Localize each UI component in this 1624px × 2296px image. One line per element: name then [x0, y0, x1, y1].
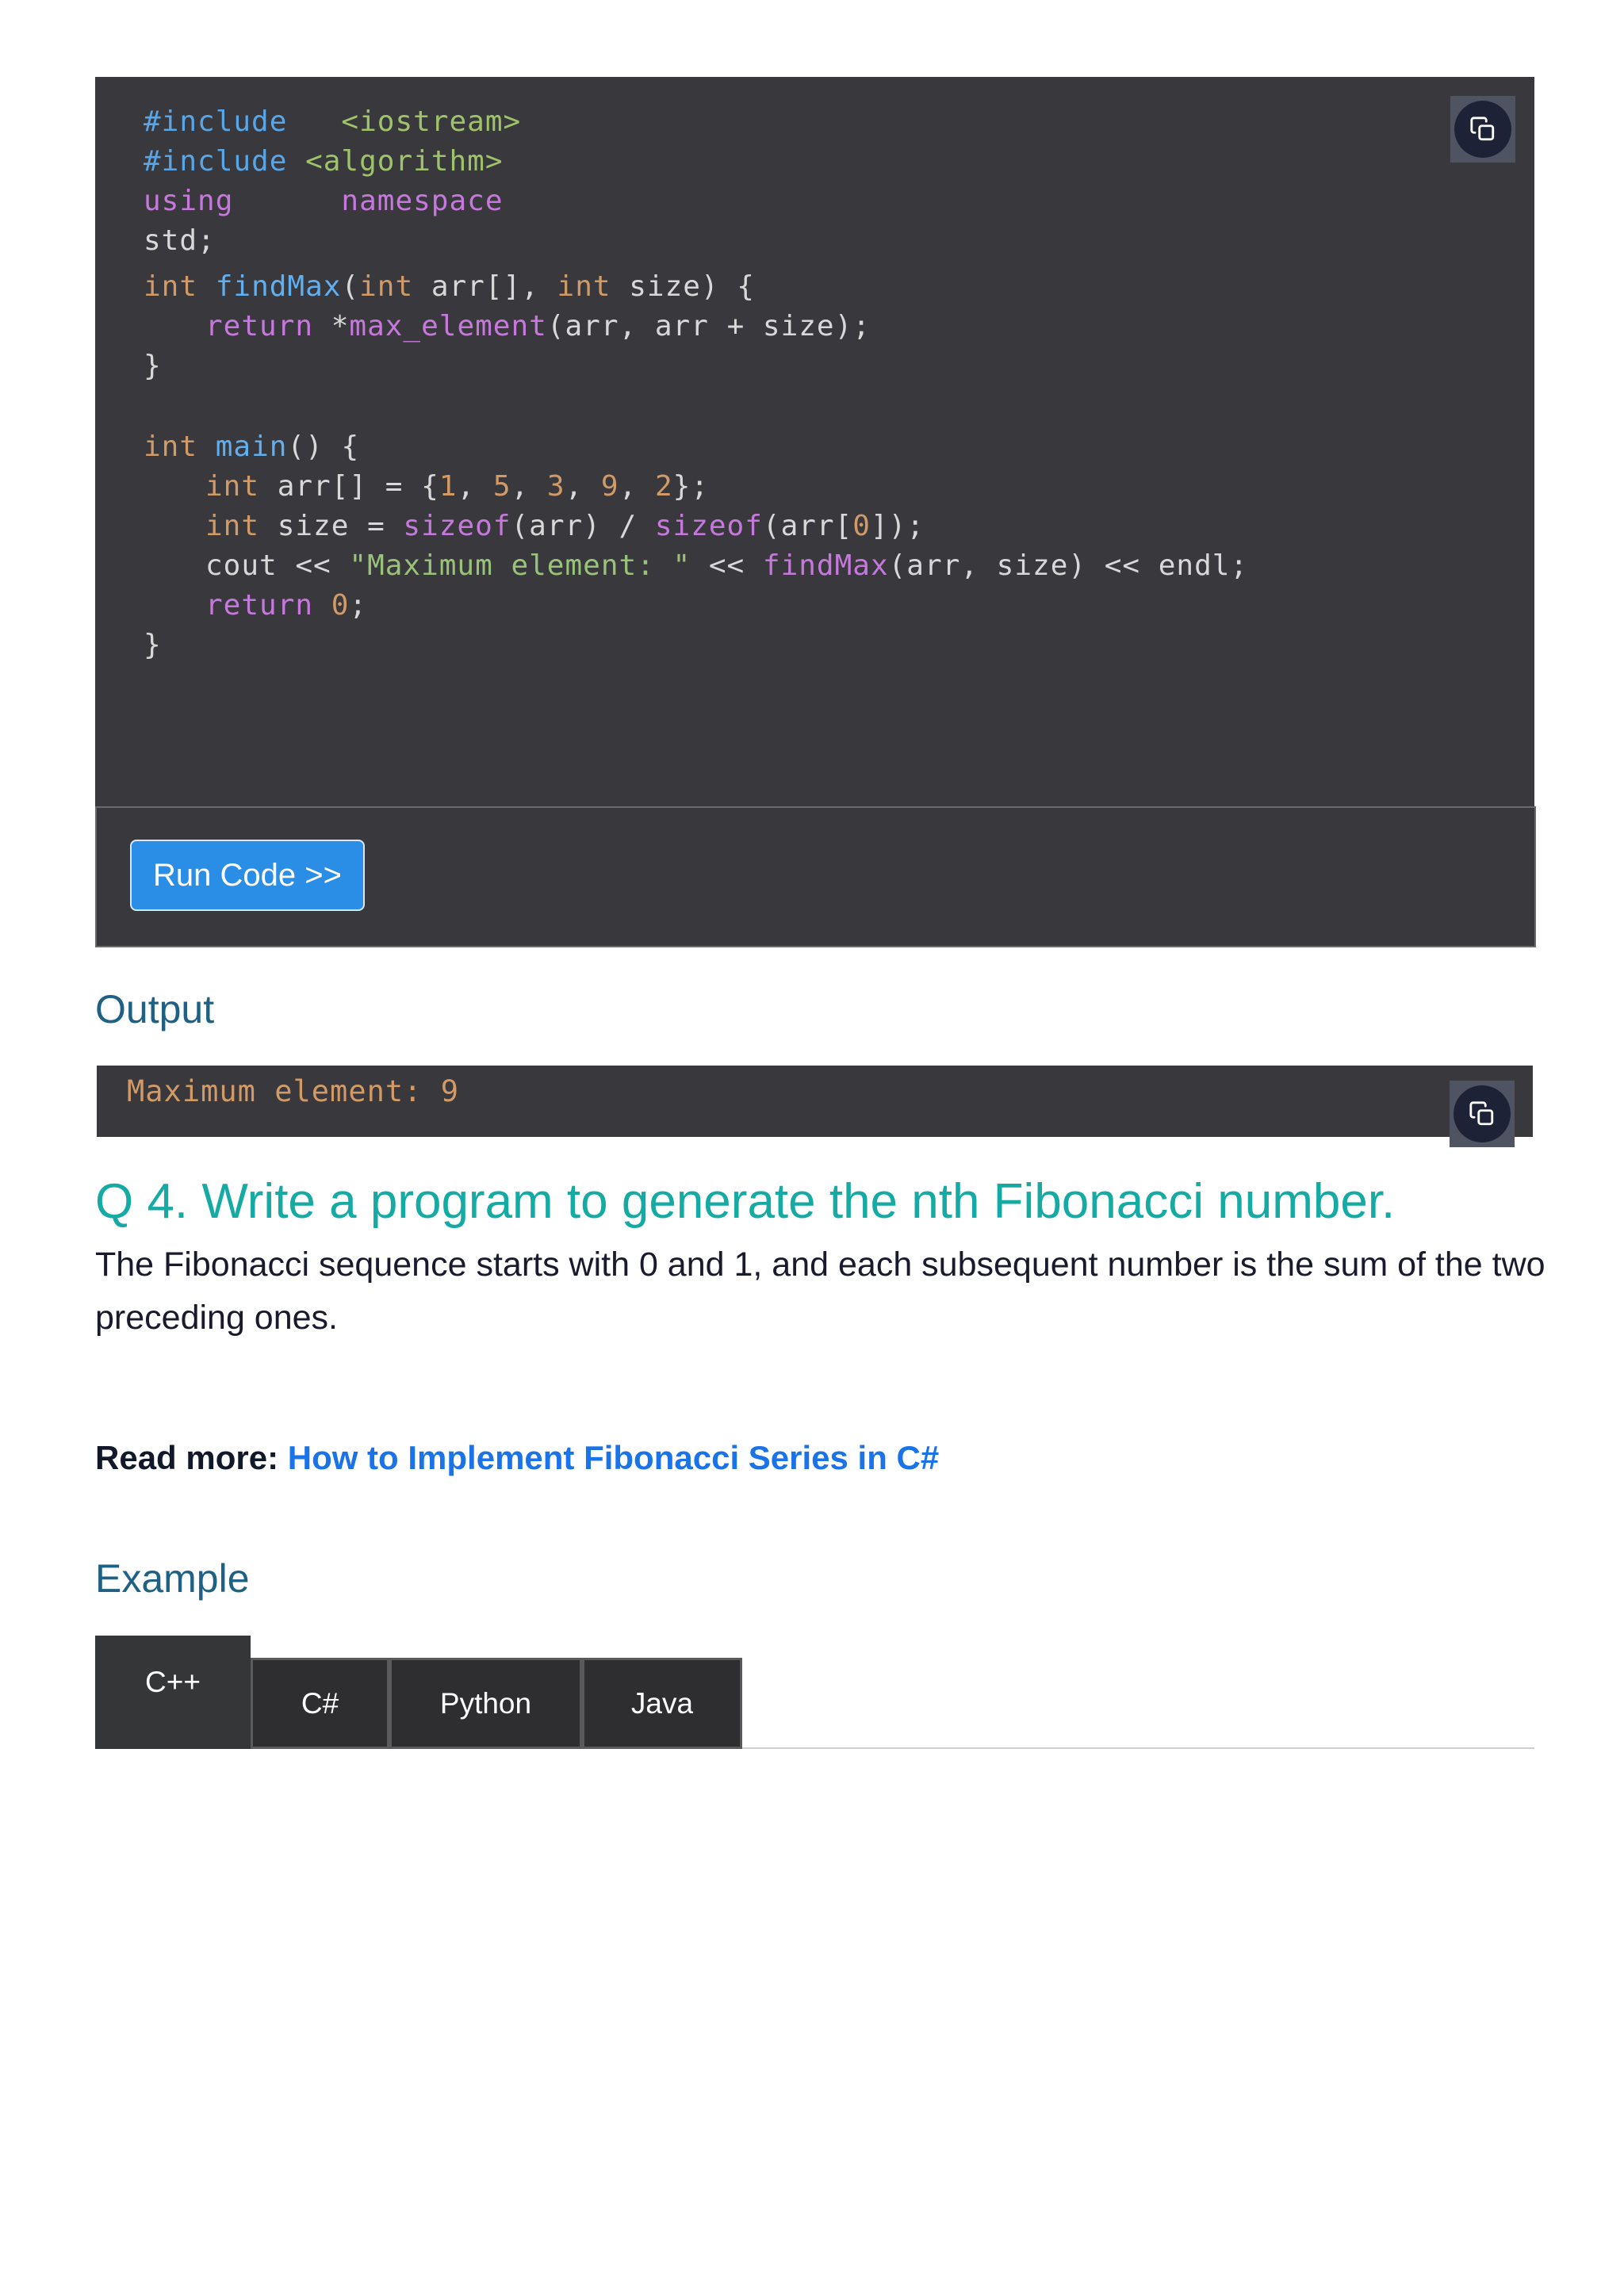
- tab-csharp[interactable]: C#: [251, 1658, 389, 1749]
- copy-button-circle: [1454, 101, 1511, 158]
- code-line: #include <iostream>: [144, 105, 522, 138]
- copy-code-button[interactable]: [1450, 96, 1515, 163]
- tab-cpp[interactable]: C++: [95, 1636, 251, 1749]
- tab-python[interactable]: Python: [389, 1658, 582, 1749]
- output-text: Maximum element: 9: [127, 1074, 459, 1108]
- code-text: #include <iostream> #include <algorithm>…: [144, 102, 1248, 665]
- output-box: Maximum element: 9: [97, 1066, 1533, 1137]
- code-line: }: [144, 629, 162, 661]
- read-more-label: Read more:: [95, 1439, 279, 1476]
- code-line: int findMax(int arr[], int size) {: [144, 270, 755, 303]
- code-line: return *max_element(arr, arr + size);: [205, 310, 871, 342]
- code-line: }: [144, 350, 162, 382]
- code-line: int main() {: [144, 430, 360, 463]
- code-line: cout << "Maximum element: " << findMax(a…: [205, 549, 1249, 582]
- tab-java[interactable]: Java: [582, 1658, 742, 1749]
- code-line: int arr[] = {1, 5, 3, 9, 2};: [205, 470, 710, 503]
- copy-icon: [1470, 117, 1495, 141]
- question-title: Q 4. Write a program to generate the nth…: [95, 1174, 1396, 1229]
- code-line: std;: [144, 224, 216, 257]
- code-area: #include <iostream> #include <algorithm>…: [95, 77, 1534, 805]
- code-line: using namespace: [144, 185, 504, 217]
- code-line: return 0;: [205, 589, 368, 622]
- run-code-button[interactable]: Run Code >>: [130, 840, 365, 911]
- copy-output-button[interactable]: [1450, 1081, 1515, 1147]
- code-editor: #include <iostream> #include <algorithm>…: [95, 77, 1534, 806]
- run-bar: Run Code >>: [95, 806, 1536, 947]
- read-more-link[interactable]: How to Implement Fibonacci Series in C#: [288, 1439, 940, 1476]
- question-description: The Fibonacci sequence starts with 0 and…: [95, 1246, 1545, 1337]
- example-heading: Example: [95, 1556, 250, 1601]
- code-line: int size = sizeof(arr) / sizeof(arr[0]);: [205, 510, 925, 542]
- output-heading: Output: [95, 987, 215, 1031]
- copy-button-circle: [1454, 1085, 1511, 1142]
- code-line: #include <algorithm>: [144, 145, 504, 178]
- copy-icon: [1469, 1101, 1494, 1126]
- read-more: Read more: How to Implement Fibonacci Se…: [95, 1439, 939, 1477]
